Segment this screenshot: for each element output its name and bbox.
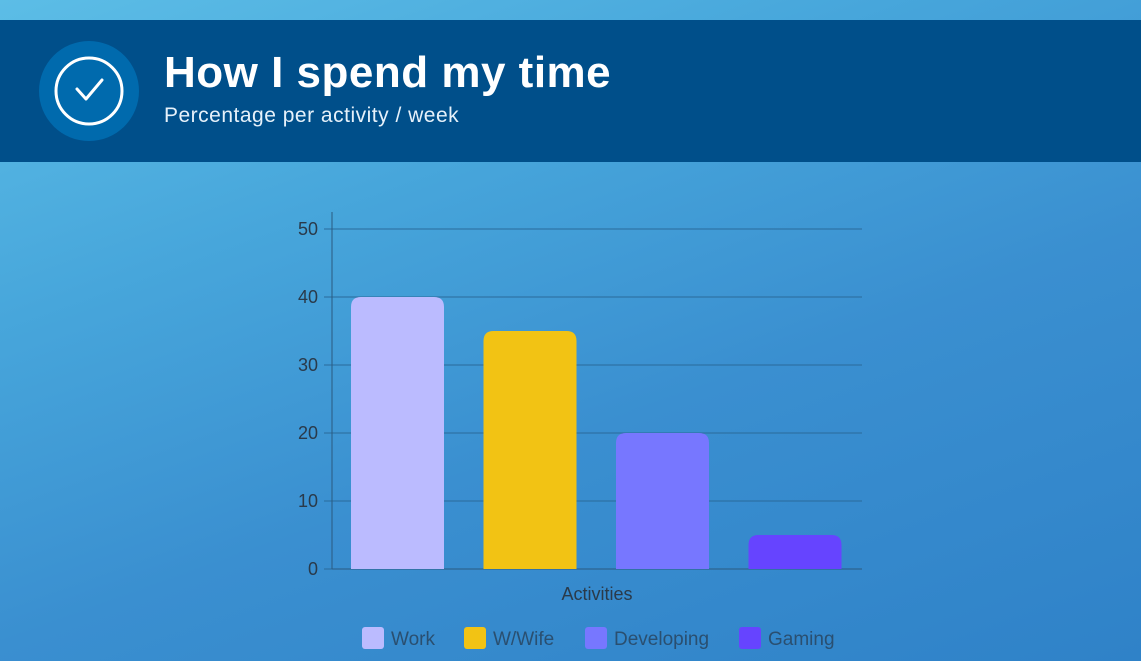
legend-label: W/Wife: [493, 629, 554, 650]
legend-swatch: [362, 627, 384, 649]
legend-swatch: [464, 627, 486, 649]
y-tick-label: 0: [308, 559, 318, 579]
legend-label: Work: [391, 629, 435, 650]
legend-label: Developing: [614, 629, 709, 650]
legend-swatch: [585, 627, 607, 649]
x-axis-title: Activities: [561, 584, 632, 604]
legend-swatch: [739, 627, 761, 649]
y-tick-label: 20: [298, 423, 318, 443]
legend-label: Gaming: [768, 629, 835, 650]
y-tick-label: 10: [298, 491, 318, 511]
y-tick-label: 50: [298, 219, 318, 239]
bar-work: [351, 297, 444, 569]
bar-developing: [616, 433, 709, 569]
bar-w-wife: [483, 331, 577, 569]
y-tick-label: 40: [298, 287, 318, 307]
bar-gaming: [748, 535, 842, 569]
y-tick-label: 30: [298, 355, 318, 375]
bar-chart: 0 10 20 30 40 50 Activities Work W/Wife Developin…: [298, 212, 862, 650]
